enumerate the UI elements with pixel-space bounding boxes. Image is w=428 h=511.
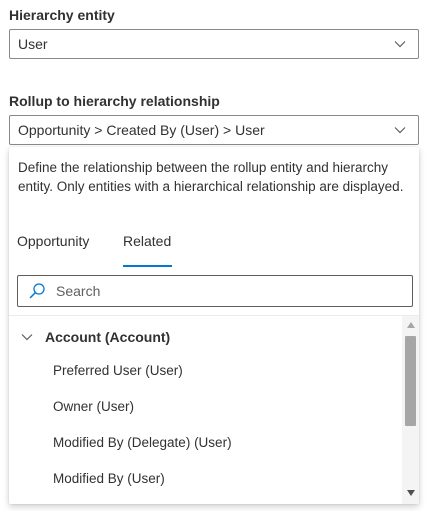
search-box[interactable] [17, 275, 413, 307]
group-account[interactable]: Account (Account) [9, 322, 405, 352]
relationship-flyout: Define the relationship between the roll… [9, 147, 419, 504]
active-tab-indicator [123, 265, 172, 267]
list-item[interactable]: Modified By (User) [9, 463, 405, 493]
list-item[interactable]: Preferred User (User) [9, 355, 405, 385]
scroll-down-arrow-icon[interactable] [402, 486, 419, 500]
list-item-label: Preferred User (User) [53, 362, 183, 378]
scroll-up-arrow-icon[interactable] [402, 318, 419, 332]
chevron-down-icon[interactable] [20, 330, 38, 344]
list-item-label: Modified By (Delegate) (User) [53, 434, 232, 450]
tab-opportunity[interactable]: Opportunity [17, 233, 93, 267]
chevron-down-icon [388, 30, 412, 58]
vertical-scrollbar[interactable] [402, 316, 419, 504]
rollup-relationship-dropdown[interactable]: Opportunity > Created By (User) > User [9, 115, 419, 145]
list-item-label: Modified By (User) [53, 470, 165, 486]
tab-related-label: Related [123, 233, 172, 249]
scroll-thumb[interactable] [405, 336, 416, 426]
list-item-label: Owner (User) [53, 398, 135, 414]
rollup-relationship-value: Opportunity > Created By (User) > User [18, 122, 265, 138]
flyout-description: Define the relationship between the roll… [18, 160, 404, 194]
rollup-relationship-label: Rollup to hierarchy relationship [9, 93, 220, 109]
search-icon [28, 282, 46, 300]
list-item[interactable]: Owner (User) [9, 391, 405, 421]
chevron-down-icon [388, 116, 412, 144]
search-input[interactable] [54, 282, 412, 300]
hierarchy-entity-dropdown[interactable]: User [9, 29, 419, 59]
group-account-label: Account (Account) [45, 329, 171, 345]
list-divider [9, 315, 419, 316]
hierarchy-entity-value: User [18, 36, 48, 52]
tab-related[interactable]: Related [123, 233, 172, 267]
tab-opportunity-label: Opportunity [17, 233, 90, 249]
hierarchy-entity-label: Hierarchy entity [9, 7, 115, 23]
list-item[interactable]: Modified By (Delegate) (User) [9, 427, 405, 457]
